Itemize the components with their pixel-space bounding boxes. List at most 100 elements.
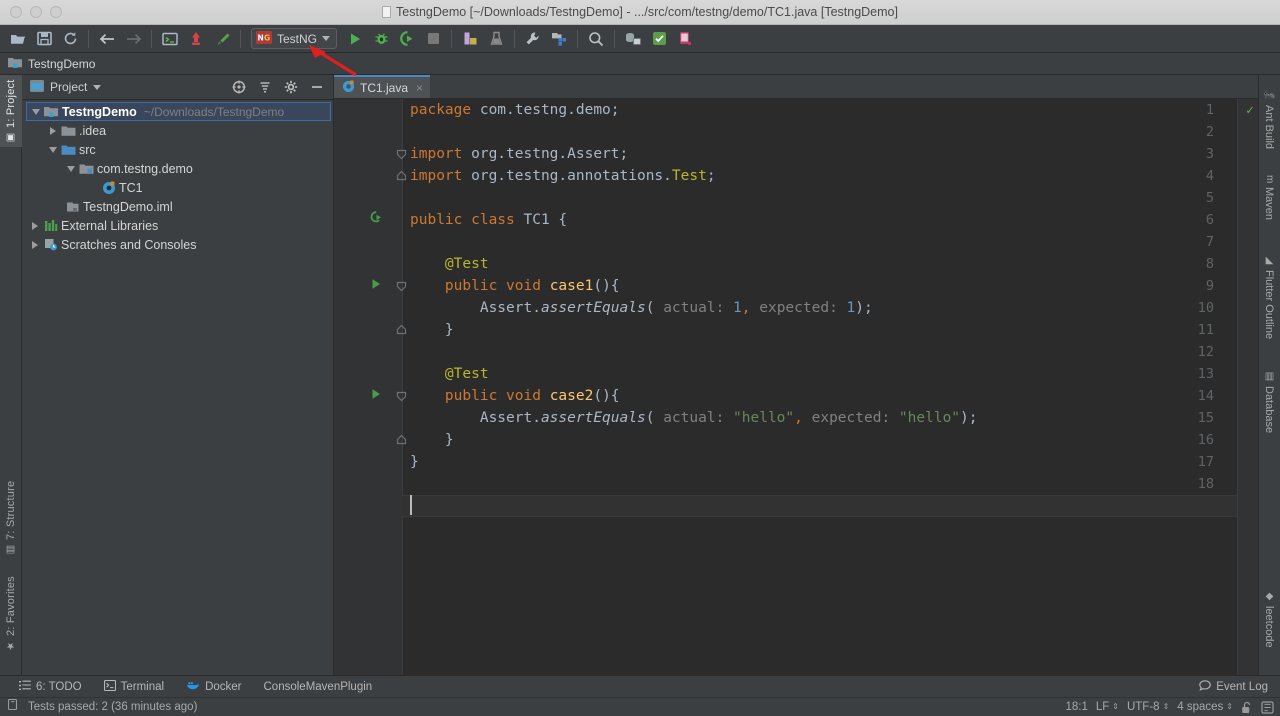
debug-button[interactable] <box>369 28 393 50</box>
inspection-ok-icon[interactable]: ✓ <box>1246 103 1254 118</box>
fold-collapse-end-icon[interactable] <box>396 429 409 451</box>
code-editor[interactable]: 1 2 3 4 5 6 7 8 9 10 11 12 13 14 15 16 1… <box>334 99 1258 675</box>
run-test-icon[interactable] <box>370 385 384 407</box>
fold-collapse-start-icon[interactable] <box>396 143 409 165</box>
sidebar-item-ant-build[interactable]: 🐜 Ant Build <box>1258 85 1280 157</box>
sidebar-item-favorites[interactable]: ★ 2: Favorites <box>0 567 22 655</box>
main-toolbar: NG TestNG <box>0 25 1280 53</box>
bottom-tab-console-maven-plugin[interactable]: ConsoleMavenPlugin <box>253 676 384 698</box>
run-test-icon[interactable] <box>370 275 384 297</box>
fold-collapse-start-icon[interactable] <box>396 385 409 407</box>
save-all-icon[interactable] <box>32 28 56 50</box>
build-project-icon[interactable] <box>458 28 482 50</box>
project-structure-icon[interactable] <box>547 28 571 50</box>
tree-node-iml[interactable]: TestngDemo.iml <box>22 197 333 216</box>
code-token: Test <box>671 168 707 184</box>
document-icon <box>382 6 392 18</box>
sdk-manager-icon[interactable] <box>647 28 671 50</box>
sidebar-item-flutter-outline[interactable]: ◣ Flutter Outline <box>1258 251 1280 359</box>
hide-panel-button[interactable] <box>307 78 327 96</box>
current-line-highlight <box>402 495 1238 517</box>
twisty-right-icon[interactable] <box>28 240 42 249</box>
device-manager-icon[interactable] <box>673 28 697 50</box>
project-panel-chevron-down-icon[interactable] <box>93 84 102 90</box>
encoding-selector[interactable]: UTF-8 ⇕ <box>1127 701 1169 713</box>
twisty-right-icon[interactable] <box>28 221 42 230</box>
run-with-coverage-button[interactable] <box>395 28 419 50</box>
bottom-tab-label: Terminal <box>120 680 165 693</box>
stop-button[interactable] <box>421 28 445 50</box>
sidebar-item-project[interactable]: ▣ 1: Project <box>0 75 22 147</box>
code-text[interactable]: package com.testng.demo; import org.test… <box>410 99 1258 495</box>
tree-node-tc1[interactable]: TC1 <box>22 178 333 197</box>
docker-icon <box>186 680 200 694</box>
run-class-icon[interactable] <box>370 209 384 231</box>
balloon-icon <box>1199 679 1211 694</box>
code-token: public class <box>410 212 524 228</box>
editor-gutter[interactable] <box>334 99 402 675</box>
sidebar-item-maven[interactable]: m Maven <box>1258 171 1280 237</box>
terminal-icon <box>103 679 116 694</box>
unlocked-icon[interactable] <box>1241 701 1253 714</box>
sidebar-item-database[interactable]: ▥ Database <box>1258 367 1280 451</box>
tree-node-label: .idea <box>79 123 107 138</box>
run-configuration-selector[interactable]: NG TestNG <box>251 28 338 49</box>
code-token: Assert. <box>410 410 541 426</box>
fold-collapse-end-icon[interactable] <box>396 319 409 341</box>
bottom-tab-todo[interactable]: 6: TODO <box>8 676 93 698</box>
database-toolbar-icon[interactable] <box>621 28 645 50</box>
caret-position[interactable]: 18:1 <box>1065 701 1087 713</box>
sync-refresh-icon[interactable] <box>58 28 82 50</box>
twisty-down-icon[interactable] <box>64 165 78 172</box>
bottom-tab-terminal[interactable]: Terminal <box>93 676 175 698</box>
arrow-left-icon[interactable] <box>95 28 119 50</box>
sidebar-item-structure[interactable]: ▤ 7: Structure <box>0 475 22 559</box>
profiler-icon[interactable] <box>484 28 508 50</box>
twisty-right-icon[interactable] <box>46 126 60 135</box>
copy-icon[interactable] <box>7 698 20 715</box>
tree-node-package[interactable]: com.testng.demo <box>22 159 333 178</box>
fold-collapse-start-icon[interactable] <box>396 275 409 297</box>
tree-node-testngdemo[interactable]: TestngDemo ~/Downloads/TestngDemo <box>26 102 331 121</box>
breadcrumb-project[interactable]: TestngDemo <box>8 56 95 72</box>
twisty-down-icon[interactable] <box>46 146 60 153</box>
open-folder-icon[interactable] <box>6 28 30 50</box>
chevron-updown-icon: ⇕ <box>1226 702 1233 711</box>
tree-node-label: TestngDemo <box>62 104 137 119</box>
console-icon[interactable] <box>158 28 182 50</box>
select-opened-file-button[interactable] <box>229 78 249 96</box>
search-icon[interactable] <box>584 28 608 50</box>
collapse-all-button[interactable] <box>255 78 275 96</box>
arrow-right-icon[interactable] <box>121 28 145 50</box>
close-icon[interactable]: × <box>416 81 423 95</box>
sidebar-item-project-label: 1: Project <box>5 79 17 128</box>
tree-node-external-libraries[interactable]: External Libraries <box>22 216 333 235</box>
indent-selector[interactable]: 4 spaces ⇕ <box>1177 701 1233 713</box>
window-title: TestngDemo [~/Downloads/TestngDemo] - ..… <box>0 5 1280 19</box>
editor-tab-tc1-java[interactable]: TC1.java × <box>334 75 431 98</box>
gear-icon[interactable] <box>281 78 301 96</box>
line-separator-selector[interactable]: LF ⇕ <box>1096 701 1119 713</box>
code-token: } <box>410 432 454 448</box>
code-token: package <box>410 102 480 118</box>
hammer-build-icon[interactable] <box>210 28 234 50</box>
editor-marker-bar[interactable]: ✓ <box>1238 99 1258 675</box>
java-class-icon <box>342 79 355 96</box>
tree-node-src[interactable]: src <box>22 140 333 159</box>
tree-node-scratches[interactable]: Scratches and Consoles <box>22 235 333 254</box>
bottom-tab-event-log[interactable]: Event Log <box>1199 679 1280 694</box>
tree-node-idea[interactable]: .idea <box>22 121 333 140</box>
inspector-icon[interactable] <box>1261 700 1274 714</box>
code-token: (){ <box>593 278 620 294</box>
run-button[interactable] <box>343 28 367 50</box>
chevron-down-icon[interactable] <box>322 36 331 41</box>
sidebar-item-leetcode[interactable]: ◆ leetcode <box>1258 587 1280 667</box>
bottom-tab-label: Docker <box>205 680 242 693</box>
bottom-tab-docker[interactable]: Docker <box>175 676 252 698</box>
wrench-settings-icon[interactable] <box>521 28 545 50</box>
twisty-down-icon[interactable] <box>29 108 43 115</box>
vcs-update-icon[interactable] <box>184 28 208 50</box>
fold-collapse-end-icon[interactable] <box>396 165 409 187</box>
